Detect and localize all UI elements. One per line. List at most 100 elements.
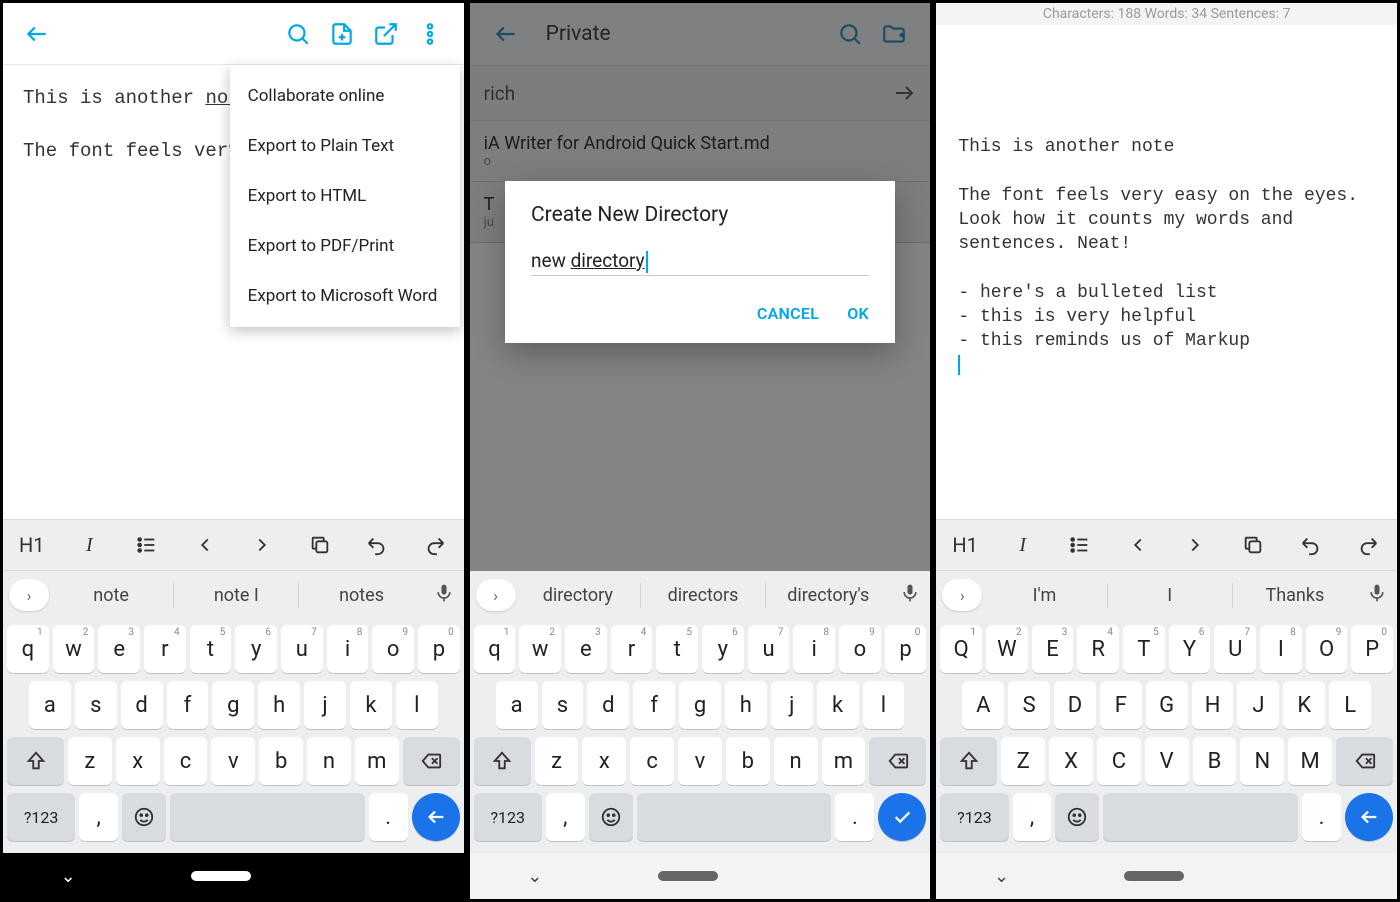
key-space[interactable] bbox=[170, 793, 365, 841]
key-y[interactable]: y6 bbox=[235, 625, 277, 673]
key-d[interactable]: D bbox=[1054, 681, 1096, 729]
key-o[interactable]: o9 bbox=[839, 625, 881, 673]
nav-home-icon[interactable] bbox=[1124, 871, 1184, 881]
key-i[interactable]: I8 bbox=[1260, 625, 1302, 673]
key-r[interactable]: r4 bbox=[611, 625, 653, 673]
key-e[interactable]: E3 bbox=[1032, 625, 1074, 673]
key-h[interactable]: h bbox=[725, 681, 767, 729]
key-shift-icon[interactable] bbox=[474, 737, 531, 785]
key-t[interactable]: T5 bbox=[1123, 625, 1165, 673]
key-c[interactable]: c bbox=[164, 737, 208, 785]
key-emoji-icon[interactable] bbox=[122, 793, 166, 841]
key-v[interactable]: v bbox=[211, 737, 255, 785]
overflow-menu-icon[interactable] bbox=[408, 12, 452, 56]
key-emoji-icon[interactable] bbox=[1055, 793, 1099, 841]
fmt-list-icon[interactable] bbox=[118, 520, 176, 570]
external-link-icon[interactable] bbox=[364, 12, 408, 56]
key-d[interactable]: d bbox=[121, 681, 163, 729]
key-i[interactable]: i8 bbox=[327, 625, 369, 673]
key-o[interactable]: o9 bbox=[372, 625, 414, 673]
fmt-undo-icon[interactable] bbox=[1282, 520, 1340, 570]
key-r[interactable]: r4 bbox=[144, 625, 186, 673]
key-comma[interactable]: , bbox=[79, 793, 118, 841]
key-k[interactable]: K bbox=[1283, 681, 1325, 729]
key-n[interactable]: N bbox=[1240, 737, 1284, 785]
key-comma[interactable]: , bbox=[1013, 793, 1052, 841]
key-n[interactable]: n bbox=[774, 737, 818, 785]
key-symbols[interactable]: ?123 bbox=[474, 793, 542, 841]
key-b[interactable]: b bbox=[259, 737, 303, 785]
menu-export-pdf[interactable]: Export to PDF/Print bbox=[230, 221, 460, 271]
fmt-undo-icon[interactable] bbox=[348, 520, 406, 570]
key-u[interactable]: u7 bbox=[281, 625, 323, 673]
key-j[interactable]: j bbox=[304, 681, 346, 729]
key-b[interactable]: b bbox=[726, 737, 770, 785]
suggestion-3[interactable]: directory's bbox=[766, 583, 890, 608]
fmt-h1[interactable]: H1 bbox=[936, 520, 994, 570]
key-h[interactable]: H bbox=[1192, 681, 1234, 729]
key-s[interactable]: s bbox=[75, 681, 117, 729]
key-w[interactable]: W2 bbox=[986, 625, 1028, 673]
key-t[interactable]: t5 bbox=[656, 625, 698, 673]
key-backspace-icon[interactable] bbox=[869, 737, 926, 785]
key-comma[interactable]: , bbox=[546, 793, 585, 841]
fmt-next-icon[interactable] bbox=[1167, 520, 1225, 570]
mic-icon[interactable] bbox=[890, 583, 930, 608]
key-period[interactable]: . bbox=[1302, 793, 1341, 841]
key-h[interactable]: h bbox=[258, 681, 300, 729]
fmt-prev-icon[interactable] bbox=[1109, 520, 1167, 570]
key-s[interactable]: S bbox=[1008, 681, 1050, 729]
key-u[interactable]: u7 bbox=[748, 625, 790, 673]
suggestion-3[interactable]: Thanks bbox=[1233, 583, 1357, 608]
key-period[interactable]: . bbox=[369, 793, 408, 841]
key-p[interactable]: P0 bbox=[1351, 625, 1393, 673]
key-f[interactable]: f bbox=[167, 681, 209, 729]
mic-icon[interactable] bbox=[1357, 583, 1397, 608]
fmt-copy-icon[interactable] bbox=[1224, 520, 1282, 570]
key-r[interactable]: R4 bbox=[1077, 625, 1119, 673]
fmt-redo-icon[interactable] bbox=[1339, 520, 1397, 570]
key-a[interactable]: a bbox=[29, 681, 71, 729]
directory-name-input[interactable]: new directory bbox=[531, 249, 869, 276]
key-z[interactable]: z bbox=[535, 737, 579, 785]
key-u[interactable]: U7 bbox=[1214, 625, 1256, 673]
key-c[interactable]: C bbox=[1097, 737, 1141, 785]
key-period[interactable]: . bbox=[835, 793, 874, 841]
key-w[interactable]: w2 bbox=[53, 625, 95, 673]
suggestion-expand-icon[interactable]: › bbox=[942, 579, 982, 611]
suggestion-expand-icon[interactable]: › bbox=[9, 579, 49, 611]
key-x[interactable]: x bbox=[116, 737, 160, 785]
suggestion-1[interactable]: directory bbox=[516, 583, 641, 608]
key-backspace-icon[interactable] bbox=[1336, 737, 1393, 785]
key-l[interactable]: l bbox=[396, 681, 438, 729]
nav-back-icon[interactable]: ⌄ bbox=[994, 866, 1009, 887]
fmt-italic[interactable]: I bbox=[61, 520, 119, 570]
fmt-h1[interactable]: H1 bbox=[3, 520, 61, 570]
key-a[interactable]: a bbox=[496, 681, 538, 729]
key-k[interactable]: k bbox=[817, 681, 859, 729]
key-l[interactable]: l bbox=[863, 681, 905, 729]
key-k[interactable]: k bbox=[350, 681, 392, 729]
key-s[interactable]: s bbox=[542, 681, 584, 729]
fmt-prev-icon[interactable] bbox=[176, 520, 234, 570]
suggestion-2[interactable]: directors bbox=[641, 583, 766, 608]
key-o[interactable]: O9 bbox=[1306, 625, 1348, 673]
editor-area[interactable]: This is another note The font feels very… bbox=[936, 25, 1397, 519]
key-enter-icon[interactable] bbox=[1345, 793, 1393, 841]
nav-back-icon[interactable]: ⌄ bbox=[527, 866, 542, 887]
key-l[interactable]: L bbox=[1329, 681, 1371, 729]
fmt-list-icon[interactable] bbox=[1052, 520, 1110, 570]
key-shift-active-icon[interactable] bbox=[940, 737, 997, 785]
key-f[interactable]: F bbox=[1100, 681, 1142, 729]
key-y[interactable]: y6 bbox=[702, 625, 744, 673]
key-symbols[interactable]: ?123 bbox=[7, 793, 75, 841]
key-f[interactable]: f bbox=[633, 681, 675, 729]
key-z[interactable]: Z bbox=[1001, 737, 1045, 785]
nav-home-icon[interactable] bbox=[191, 871, 251, 881]
suggestion-expand-icon[interactable]: › bbox=[476, 579, 516, 611]
key-c[interactable]: c bbox=[630, 737, 674, 785]
key-e[interactable]: e3 bbox=[98, 625, 140, 673]
ok-button[interactable]: OK bbox=[847, 304, 869, 323]
key-q[interactable]: q1 bbox=[474, 625, 516, 673]
key-x[interactable]: X bbox=[1049, 737, 1093, 785]
